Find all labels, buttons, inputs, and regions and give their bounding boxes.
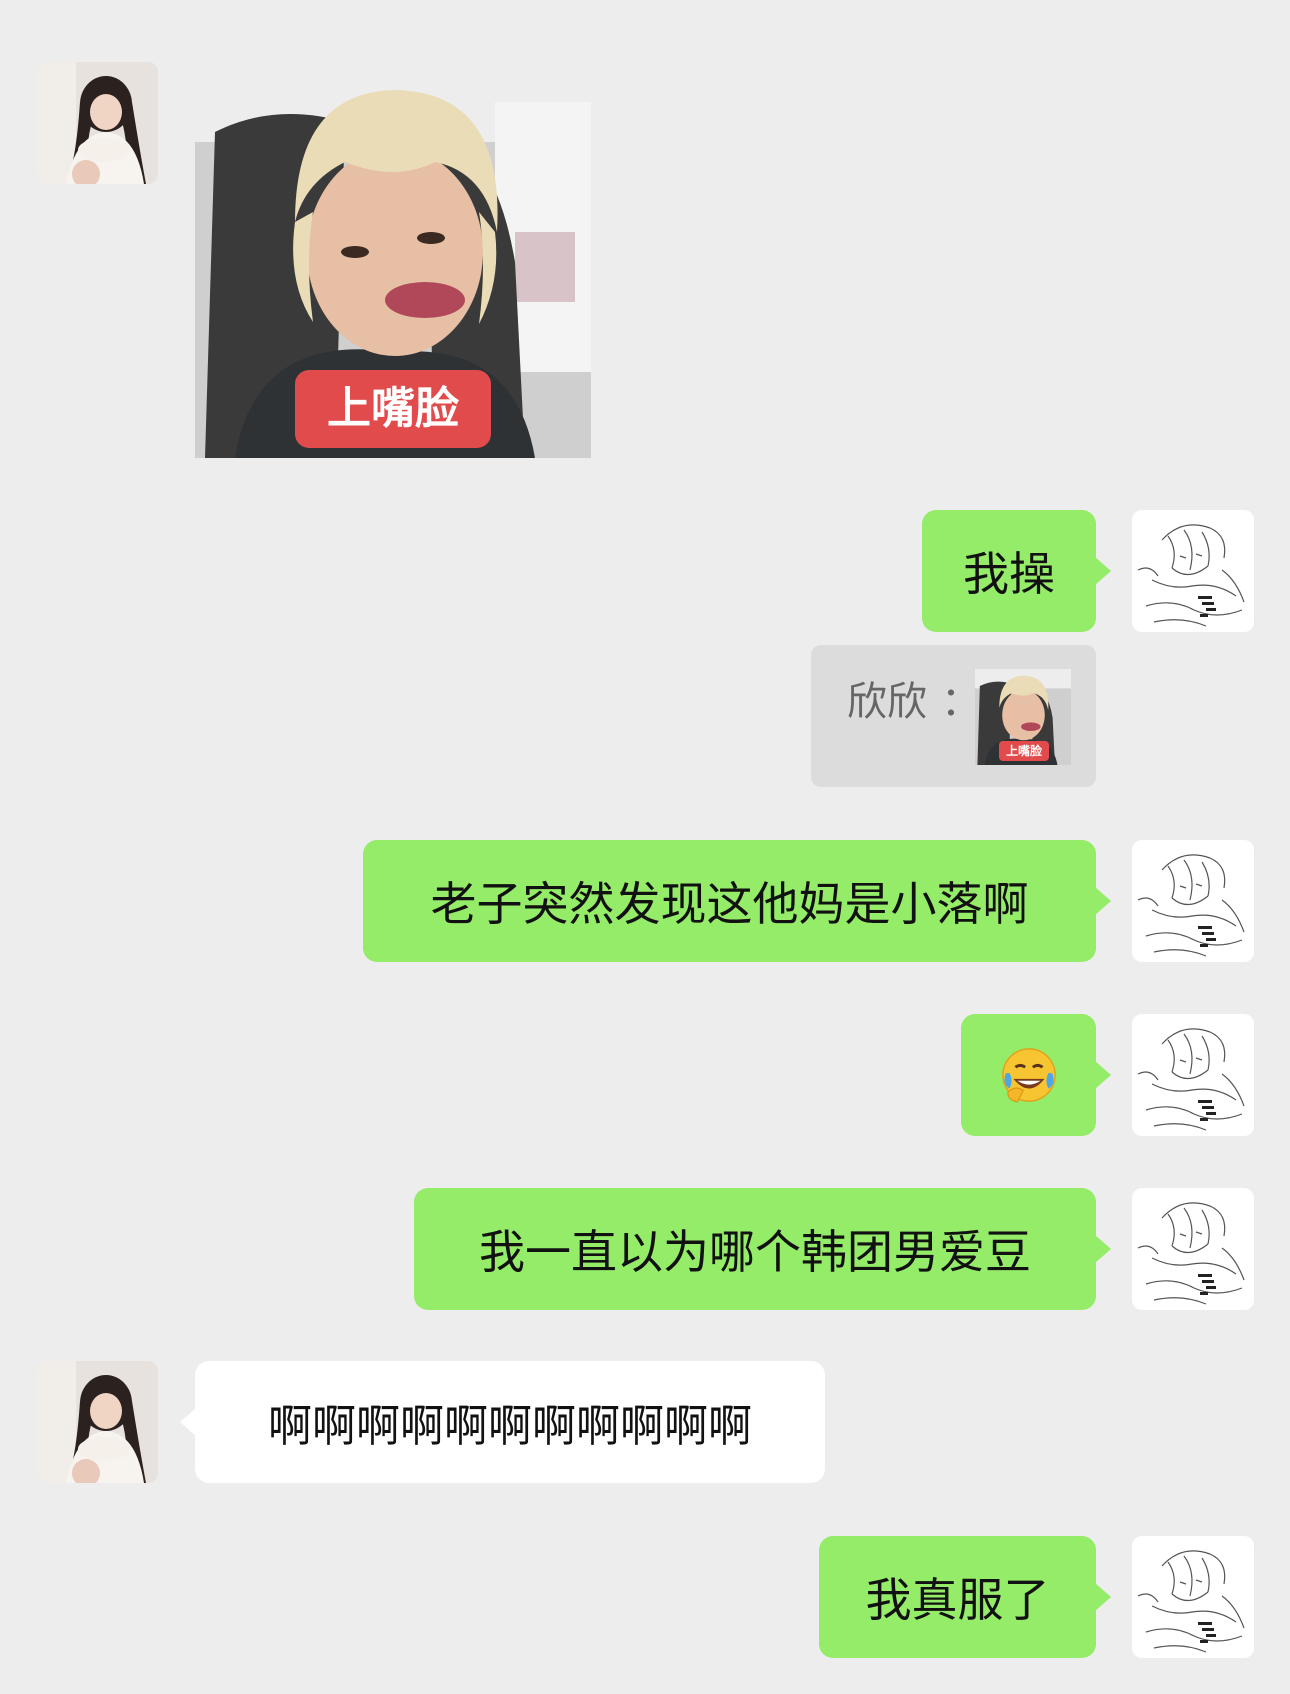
contact-avatar[interactable]: [36, 62, 158, 184]
message-text: 我操: [963, 547, 1055, 601]
sent-message-bubble[interactable]: [961, 1014, 1111, 1136]
contact-avatar[interactable]: [36, 1361, 158, 1483]
sent-message-bubble[interactable]: 我一直以为哪个韩团男爱豆: [414, 1188, 1111, 1310]
quote-author: 欣欣: [847, 679, 927, 725]
quoted-sticker-thumbnail: 上嘴脸: [975, 669, 1071, 765]
my-avatar[interactable]: [1132, 840, 1254, 962]
message-text: 啊啊啊啊啊啊啊啊啊啊啊: [268, 1401, 752, 1452]
sent-message-bubble[interactable]: 老子突然发现这他妈是小落啊: [363, 840, 1111, 962]
message-text: 我一直以为哪个韩团男爱豆: [479, 1225, 1031, 1279]
my-avatar[interactable]: [1132, 510, 1254, 632]
sent-message-bubble[interactable]: 我真服了: [819, 1536, 1111, 1658]
my-avatar[interactable]: [1132, 1014, 1254, 1136]
received-message-bubble[interactable]: 啊啊啊啊啊啊啊啊啊啊啊: [180, 1361, 825, 1483]
my-avatar[interactable]: [1132, 1188, 1254, 1310]
sticker-image[interactable]: 上嘴脸: [195, 62, 591, 458]
quoted-sticker-caption: 上嘴脸: [999, 741, 1049, 761]
sticker-caption: 上嘴脸: [295, 370, 491, 448]
my-avatar[interactable]: [1132, 1536, 1254, 1658]
sent-message-bubble[interactable]: 我操: [922, 510, 1111, 632]
laughing-tears-face-icon: [1000, 1046, 1058, 1104]
message-text: 我真服了: [865, 1573, 1050, 1627]
message-text: 老子突然发现这他妈是小落啊: [430, 877, 1029, 931]
quoted-message[interactable]: 欣欣 ： 上嘴脸: [811, 645, 1096, 787]
